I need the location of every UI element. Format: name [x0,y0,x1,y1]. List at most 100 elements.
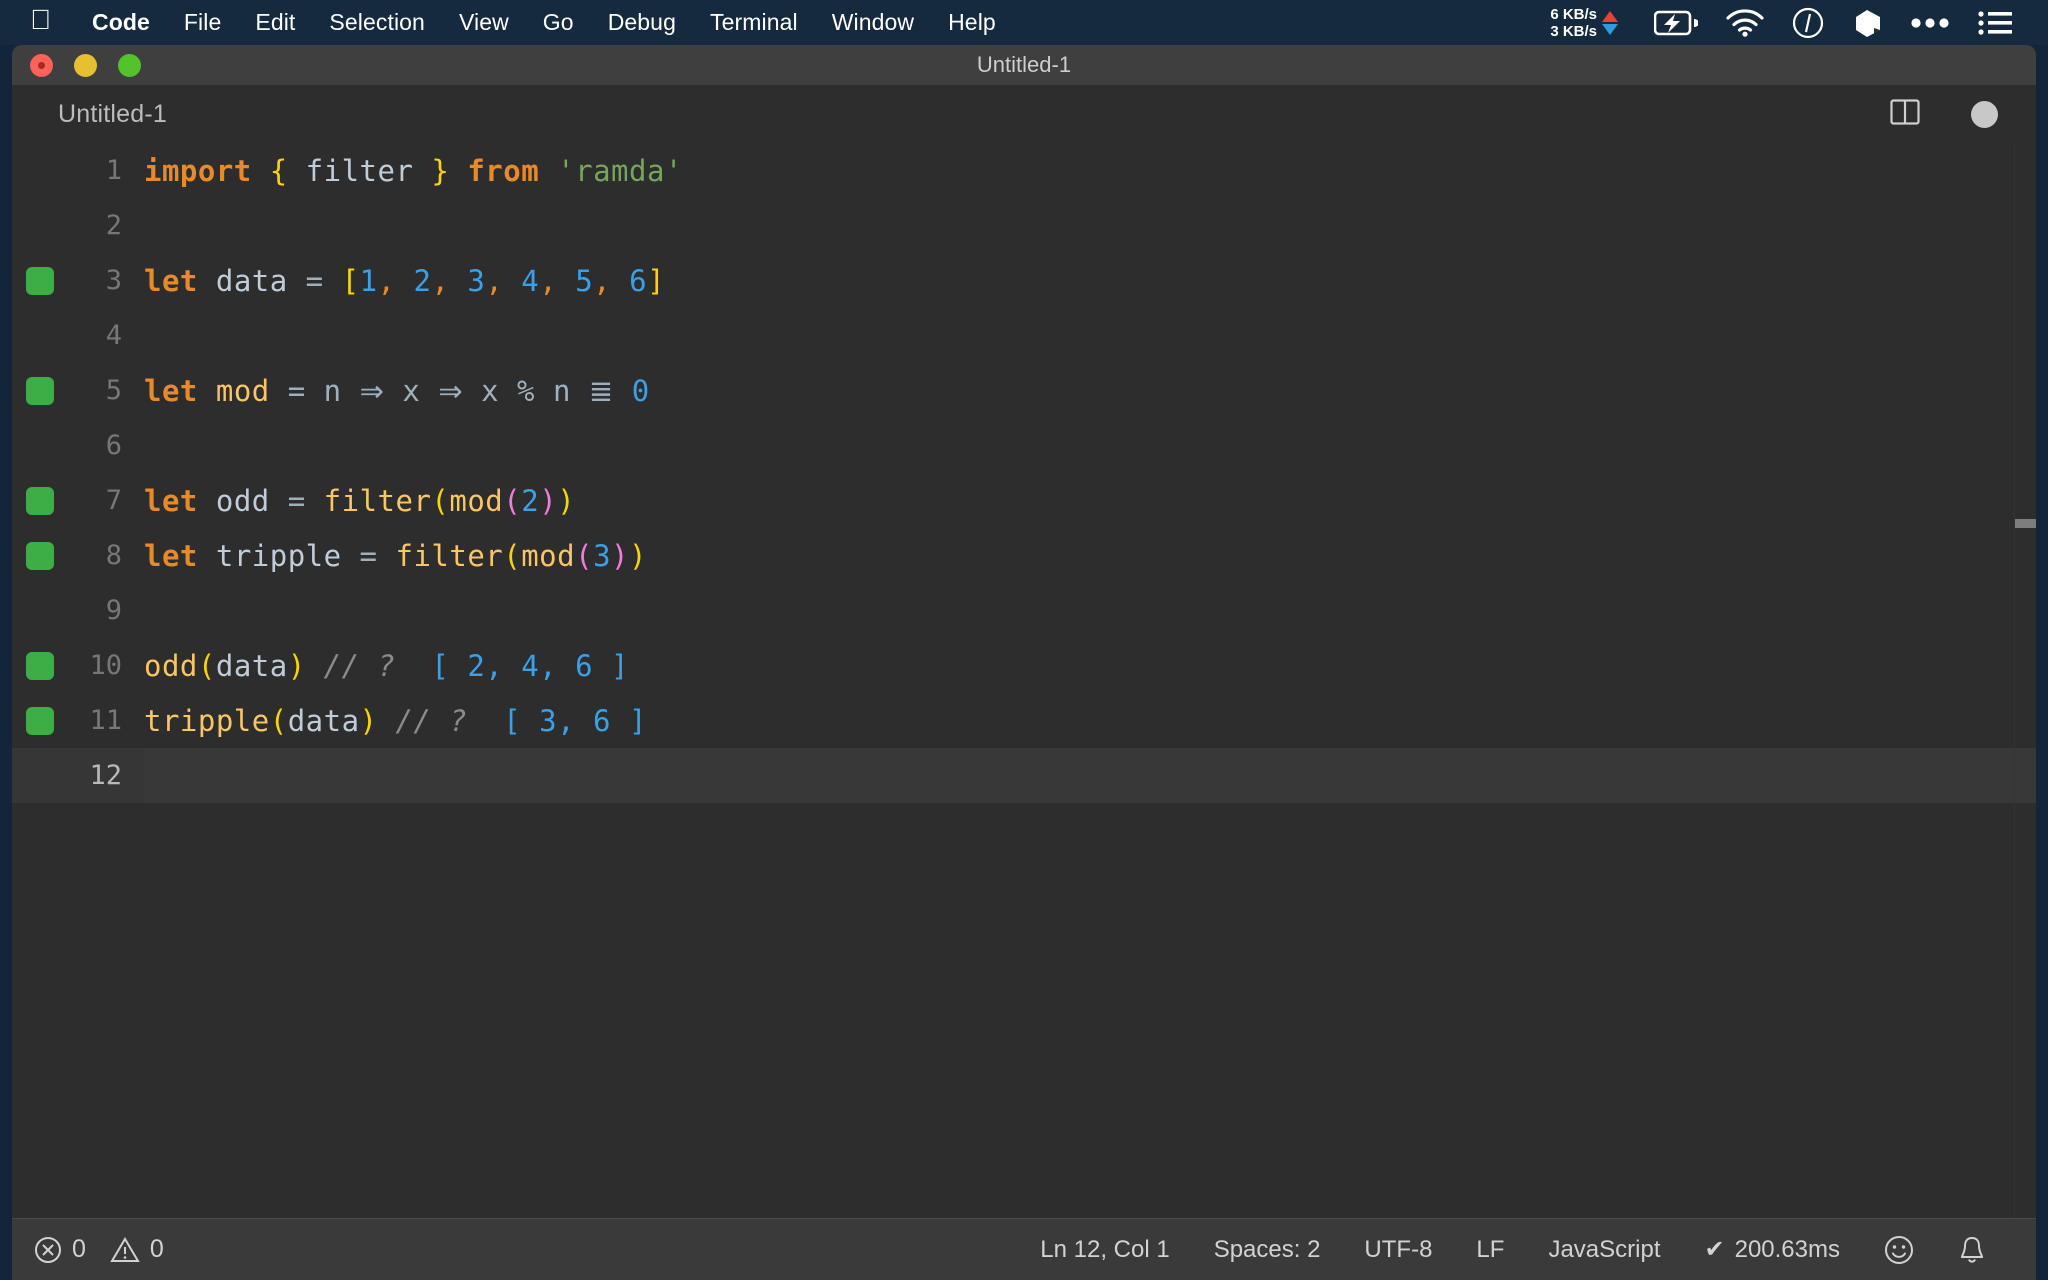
gutter-marker-icon[interactable] [26,706,54,735]
ellipsis-icon[interactable] [1910,17,1950,29]
code-token: import [144,153,252,188]
feedback-smiley-icon[interactable] [1862,1235,1936,1265]
check-icon: ✔ [1704,1236,1725,1263]
code-token: tripple [144,703,270,738]
code-line[interactable]: 7 let odd = filter(mod(2)) [12,473,2036,528]
code-token: [ 2, 4, 6 ] [431,648,629,683]
code-lines-container: 1 import { filter } from 'ramda' 2 3 let dat… [12,143,2036,803]
macos-menu-bar:  Code File Edit Selection View Go Debug… [0,0,2048,45]
scrollbar-marker[interactable] [2015,519,2036,528]
line-number: 1 [105,155,122,186]
dropbox-icon[interactable] [1852,8,1882,38]
battery-charging-icon[interactable] [1654,10,1698,36]
line-number: 4 [105,320,122,351]
gutter-marker-icon[interactable] [26,266,54,295]
code-line[interactable]: 6 [12,418,2036,473]
code-token: ) [359,703,378,738]
menu-item-window[interactable]: Window [815,9,931,36]
code-token: ( [503,483,522,518]
gutter-marker-icon[interactable] [26,486,54,515]
code-token: let [144,538,198,573]
code-line[interactable]: 2 [12,198,2036,253]
problems-indicator[interactable]: 0 0 [34,1235,186,1264]
encoding-setting[interactable]: UTF-8 [1342,1236,1454,1264]
code-line[interactable]: 8 let tripple = filter(mod(3)) [12,528,2036,583]
eol-setting[interactable]: LF [1454,1236,1526,1264]
code-token: , [485,263,504,298]
code-line[interactable]: 12 [12,748,2036,803]
language-mode[interactable]: JavaScript [1526,1236,1682,1264]
code-token: filter [395,538,504,573]
quokka-status[interactable]: ✔ 200.63ms [1682,1235,1862,1264]
code-line[interactable]: 1 import { filter } from 'ramda' [12,143,2036,198]
window-titlebar[interactable]: Untitled-1 [12,45,2036,85]
line-number: 12 [89,760,122,791]
code-token: 3 [593,538,612,573]
code-line[interactable]: 10 odd(data) // ? [ 2, 4, 6 ] [12,638,2036,693]
code-line-text: let mod = n ⇒ x ⇒ x % n ≣ 0 [144,374,650,408]
code-line[interactable]: 9 [12,583,2036,638]
code-token: ⇒ [438,373,464,408]
menu-item-code[interactable]: Code [75,9,167,36]
code-token: ] [647,263,666,298]
network-speed-indicator[interactable]: 6 KB/s 3 KB/s [1550,6,1618,40]
code-token: 3 [467,263,486,298]
error-count: 0 [72,1235,86,1263]
code-token: from [467,153,540,188]
code-token: ) [287,648,306,683]
code-token: // ? [395,703,468,738]
warning-triangle-icon [110,1235,140,1264]
bell-icon[interactable] [1936,1235,2008,1265]
code-token: , [431,263,450,298]
network-arrows [1602,10,1618,35]
app-window: Untitled-1 Untitled-1 1 import { filter }… [12,45,2036,1280]
split-editor-icon[interactable] [1889,96,1921,133]
code-line-text: let data = [1, 2, 3, 4, 5, 6] [144,264,665,298]
indentation-setting[interactable]: Spaces: 2 [1192,1236,1343,1264]
code-line[interactable]: 11 tripple(data) // ? [ 3, 6 ] [12,693,2036,748]
menu-item-debug[interactable]: Debug [591,9,693,36]
menu-item-file[interactable]: File [167,9,238,36]
menu-item-edit[interactable]: Edit [238,9,312,36]
gutter-marker-icon[interactable] [26,651,54,680]
code-token: , [539,263,558,298]
code-line[interactable]: 5 let mod = n ⇒ x ⇒ x % n ≣ 0 [12,363,2036,418]
code-token: odd [215,483,270,518]
tab-untitled-1[interactable]: Untitled-1 [12,100,167,129]
menu-item-view[interactable]: View [442,9,526,36]
code-line[interactable]: 4 [12,308,2036,363]
code-editor[interactable]: 1 import { filter } from 'ramda' 2 3 let dat… [12,143,2036,1218]
menu-item-terminal[interactable]: Terminal [693,9,815,36]
error-circle-icon [34,1235,62,1264]
cursor-position[interactable]: Ln 12, Col 1 [1018,1236,1191,1264]
code-token: // ? [323,648,396,683]
menu-item-selection[interactable]: Selection [312,9,442,36]
unsaved-changes-dot[interactable] [1971,100,1998,128]
code-token: = [359,538,378,573]
code-token: ≣ [588,373,614,408]
wifi-icon[interactable] [1726,8,1764,37]
clock-icon[interactable] [1792,7,1824,39]
editor-vertical-scrollbar[interactable] [2014,143,2036,1218]
code-token: filter [305,153,414,188]
gutter-marker-icon[interactable] [26,541,54,570]
list-menu-icon[interactable] [1978,10,2012,36]
menu-item-help[interactable]: Help [931,9,1013,36]
apple-logo-icon[interactable]:  [0,5,75,34]
code-line[interactable]: 3 let data = [1, 2, 3, 4, 5, 6] [12,253,2036,308]
gutter-marker-icon[interactable] [26,376,54,405]
menu-item-go[interactable]: Go [526,9,591,36]
code-token: ) [557,483,576,518]
